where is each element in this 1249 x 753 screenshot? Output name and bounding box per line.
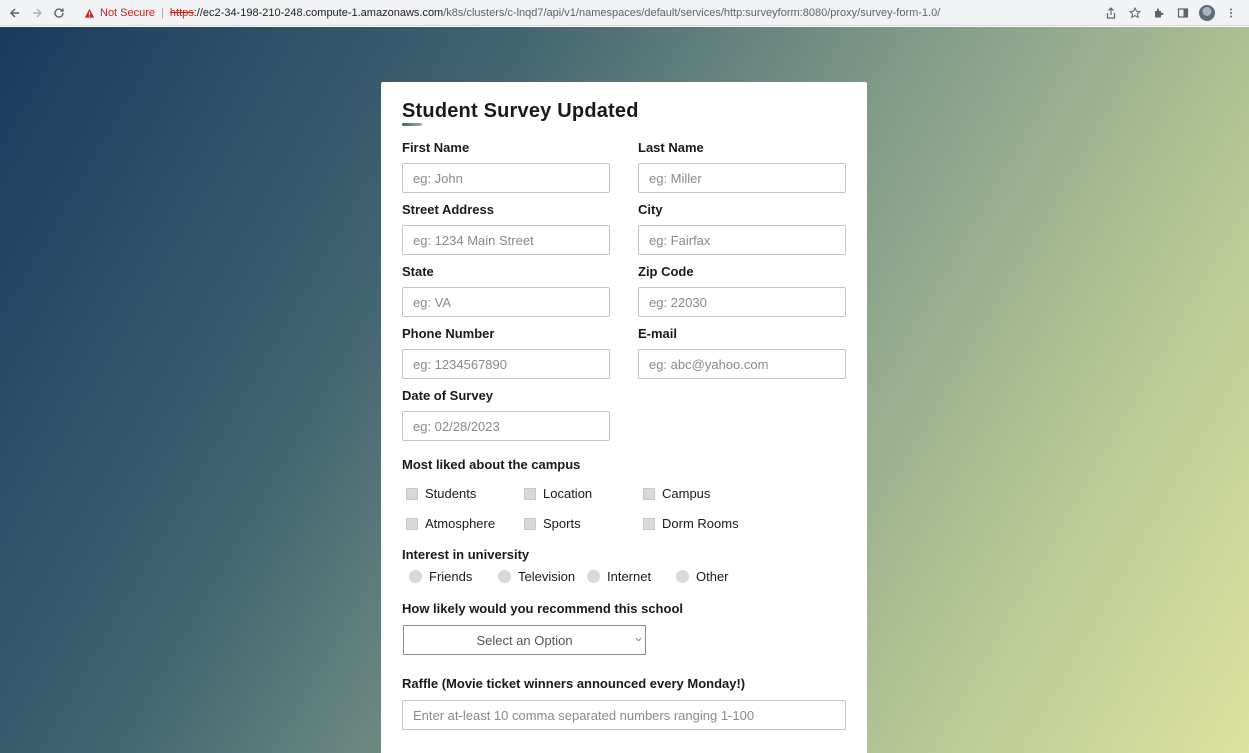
date-group: Date of Survey [402,388,610,441]
checkbox-label: Location [543,486,593,501]
radio-dot[interactable] [587,570,600,583]
checkbox-students[interactable]: Students [406,486,476,501]
last-name-input[interactable] [638,163,846,193]
first-name-input[interactable] [402,163,610,193]
zip-label: Zip Code [638,264,694,279]
last-name-group: Last Name [638,140,846,193]
city-label: City [638,202,663,217]
city-input[interactable] [638,225,846,255]
radio-label: Friends [429,569,473,584]
checkbox-campus[interactable]: Campus [643,486,710,501]
select-value: Select an Option [476,632,573,648]
chevron-down-icon [635,636,643,644]
radio-label: Internet [607,569,652,584]
phone-input[interactable] [402,349,610,379]
checkbox-box[interactable] [406,517,418,530]
checkbox-label: Sports [543,516,581,531]
checkbox-label: Atmosphere [425,516,496,531]
zip-group: Zip Code [638,264,846,317]
extensions-icon[interactable] [1149,3,1169,23]
url-path: /k8s/clusters/c-lnqd7/api/v1/namespaces/… [443,7,941,19]
checkbox-atmosphere[interactable]: Atmosphere [406,516,495,531]
last-name-label: Last Name [638,140,704,155]
first-name-label: First Name [402,140,470,155]
more-menu-icon[interactable] [1221,3,1241,23]
state-input[interactable] [402,287,610,317]
radio-label: Television [518,569,576,584]
separator: | [161,7,164,19]
street-group: Street Address [402,202,610,255]
state-label: State [402,264,434,279]
radio-other[interactable]: Other [676,569,729,584]
title-underline [402,123,422,126]
state-group: State [402,264,610,317]
warning-icon [82,6,96,20]
back-icon[interactable] [4,2,26,24]
checkbox-label: Campus [662,486,711,501]
street-input[interactable] [402,225,610,255]
date-input[interactable] [402,411,610,441]
liked-section-label: Most liked about the campus [402,457,581,472]
phone-label: Phone Number [402,326,495,341]
radio-television[interactable]: Television [498,569,575,584]
url-separator: :// [193,7,203,19]
radio-dot[interactable] [498,570,511,583]
url-scheme: https [169,7,194,19]
checkbox-sports[interactable]: Sports [524,516,581,531]
survey-card: Student Survey Updated First Name Last N… [381,82,867,753]
checkbox-label: Dorm Rooms [662,516,739,531]
page-title: Student Survey Updated [402,100,639,122]
zip-input[interactable] [638,287,846,317]
radio-dot[interactable] [409,570,422,583]
checkbox-dorm-rooms[interactable]: Dorm Rooms [643,516,739,531]
url-host: ec2-34-198-210-248.compute-1.amazonaws.c… [202,7,444,19]
radio-friends[interactable]: Friends [409,569,472,584]
first-name-group: First Name [402,140,610,193]
radio-label: Other [696,569,729,584]
date-label: Date of Survey [402,388,494,403]
phone-group: Phone Number [402,326,610,379]
checkbox-box[interactable] [643,487,655,500]
city-group: City [638,202,846,255]
interest-section-label: Interest in university [402,547,530,562]
profile-avatar[interactable] [1197,3,1217,23]
street-label: Street Address [402,202,494,217]
email-group: E-mail [638,326,846,379]
raffle-input[interactable] [402,700,846,730]
email-input[interactable] [638,349,846,379]
security-label: Not Secure [100,7,156,19]
checkbox-box[interactable] [643,517,655,530]
browser-toolbar: Not Secure | https://ec2-34-198-210-248.… [0,0,1249,26]
recommend-section-label: How likely would you recommend this scho… [402,601,683,616]
checkbox-location[interactable]: Location [524,486,592,501]
reload-icon[interactable] [48,2,70,24]
bookmark-star-icon[interactable] [1125,3,1145,23]
share-icon[interactable] [1101,3,1121,23]
checkbox-box[interactable] [406,487,418,500]
checkbox-label: Students [425,486,477,501]
checkbox-box[interactable] [524,487,536,500]
recommend-select[interactable]: Select an Option [403,625,646,655]
checkbox-box[interactable] [524,517,536,530]
email-label: E-mail [638,326,678,341]
raffle-section-label: Raffle (Movie ticket winners announced e… [402,676,746,691]
address-bar[interactable]: Not Secure | https://ec2-34-198-210-248.… [76,3,1158,23]
radio-dot[interactable] [676,570,689,583]
side-panel-icon[interactable] [1173,3,1193,23]
radio-internet[interactable]: Internet [587,569,651,584]
forward-icon[interactable] [26,2,48,24]
